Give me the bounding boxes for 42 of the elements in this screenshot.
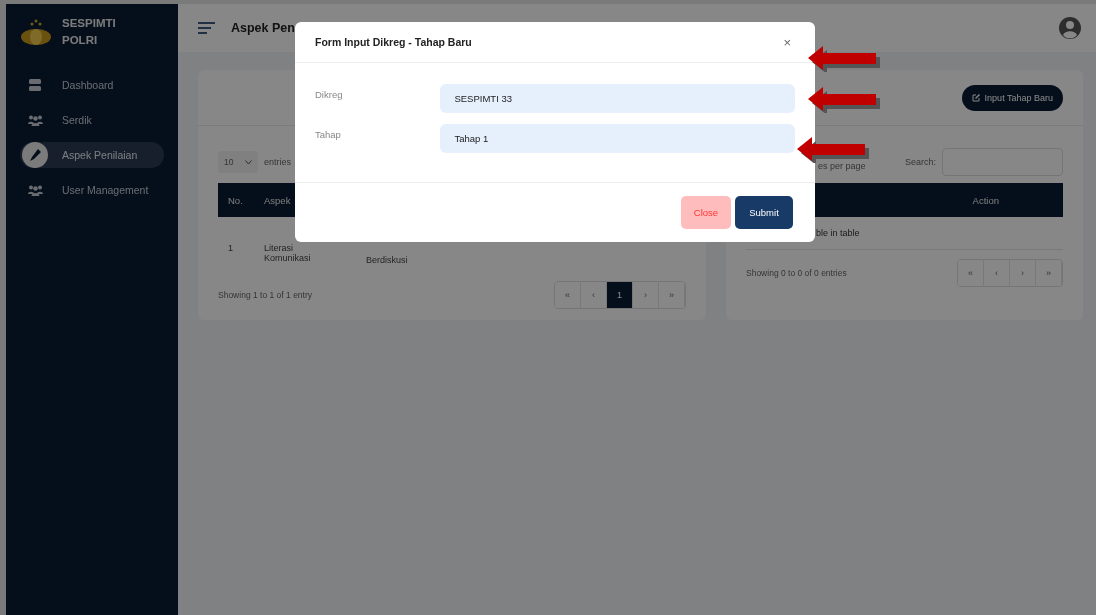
- input-field[interactable]: Tahap 1: [440, 124, 795, 153]
- field-label: Tahap: [315, 128, 342, 140]
- column-header: No.: [227, 194, 244, 206]
- pointer-arrow: [797, 137, 869, 163]
- pen-icon: [29, 149, 41, 161]
- user-avatar-icon[interactable]: [1058, 16, 1082, 40]
- field-label: Dikreg: [315, 88, 344, 100]
- table-info: Showing 0 to 0 of 0 entries: [746, 268, 847, 278]
- page-title: Aspek Pen: [231, 21, 296, 35]
- edit-icon: [971, 93, 981, 102]
- table-info: Showing 1 to 1 of 1 entry: [218, 290, 313, 300]
- sidebar-item[interactable]: Serdik: [20, 107, 164, 133]
- brand-name: SESPIMTI POLRI: [62, 16, 116, 48]
- sidebar-item[interactable]: Aspek Penilaian: [20, 142, 164, 168]
- page-button[interactable]: 1: [607, 282, 633, 308]
- close-button[interactable]: Close: [681, 196, 731, 229]
- menu-icon[interactable]: [198, 22, 215, 34]
- chevron-icon: [245, 159, 252, 165]
- modal-title: Form Input Dikreg - Tahap Baru: [315, 36, 472, 48]
- column-header: Aspek: [264, 194, 291, 206]
- input-field[interactable]: SESPIMTI 33: [440, 84, 795, 113]
- users-icon: [27, 184, 43, 196]
- table-cell-text: 1: [227, 243, 234, 255]
- search-label: Search:: [904, 157, 936, 167]
- input-button[interactable]: Input Tahap Baru: [961, 84, 1063, 111]
- pointer-arrow: [808, 46, 880, 72]
- page-button[interactable]: «: [555, 282, 581, 308]
- submit-button[interactable]: Submit: [735, 196, 793, 229]
- page-button[interactable]: «: [958, 260, 984, 286]
- table-cell-text: Berdiskusi: [366, 254, 409, 265]
- server-icon: [29, 79, 41, 91]
- sidebar-item[interactable]: User Management: [20, 177, 164, 203]
- entries-label: entries: [264, 157, 291, 167]
- users-icon: [27, 114, 43, 126]
- pointer-arrow: [808, 87, 880, 113]
- sidebar-item[interactable]: Dashboard: [20, 72, 164, 98]
- close-button[interactable]: ×: [783, 34, 791, 50]
- column-header: Action: [972, 194, 999, 206]
- page-size-select[interactable]: 10: [218, 151, 258, 173]
- emblem-icon: [20, 18, 52, 46]
- table-cell-text: Literasi Komunikasi: [264, 243, 312, 265]
- per-page-label: es per page: [817, 161, 866, 171]
